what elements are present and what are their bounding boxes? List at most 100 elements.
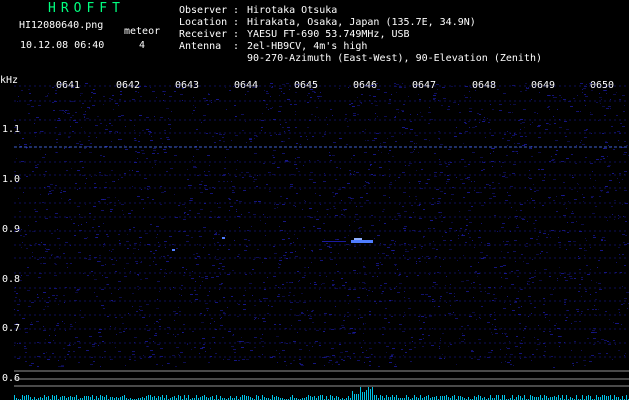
noise-speck	[290, 186, 293, 187]
noise-speck	[361, 233, 362, 234]
noise-speck	[358, 309, 360, 310]
noise-speck	[438, 306, 440, 307]
noise-speck	[21, 229, 22, 230]
noise-speck	[462, 234, 463, 235]
noise-speck	[57, 323, 59, 324]
noise-speck	[115, 317, 117, 318]
noise-speck	[469, 316, 472, 317]
noise-speck	[164, 241, 167, 242]
antenna-row-continued: 90-270-Azimuth (East-West), 90-Elevation…	[179, 53, 542, 65]
noise-speck	[241, 114, 244, 115]
noise-speck	[345, 282, 347, 283]
noise-speck	[115, 131, 118, 132]
noise-speck	[123, 214, 124, 215]
noise-speck	[201, 322, 204, 323]
noise-speck	[345, 209, 347, 210]
noise-speck	[205, 276, 208, 277]
noise-speck	[520, 91, 522, 92]
noise-speck	[93, 275, 94, 276]
histogram-bar	[336, 396, 337, 400]
noise-speck	[402, 134, 403, 135]
noise-speck	[241, 337, 242, 338]
noise-speck	[273, 157, 275, 158]
noise-speck	[282, 288, 283, 289]
noise-speck	[301, 293, 303, 294]
noise-speck	[189, 275, 191, 276]
noise-speck	[26, 275, 29, 276]
noise-speck	[121, 317, 123, 318]
noise-speck	[537, 126, 540, 127]
noise-speck	[500, 266, 503, 267]
noise-speck	[566, 249, 567, 250]
noise-speck	[179, 311, 181, 312]
histogram-bar	[446, 395, 447, 400]
noise-speck	[303, 227, 305, 228]
noise-speck	[378, 268, 379, 269]
noise-speck	[443, 98, 446, 99]
noise-speck	[594, 305, 595, 306]
noise-speck	[237, 160, 238, 161]
noise-speck	[362, 288, 364, 289]
noise-speck	[338, 253, 339, 254]
noise-speck	[64, 323, 65, 324]
noise-speck	[549, 198, 550, 199]
noise-speck	[465, 178, 468, 179]
noise-speck	[529, 170, 530, 171]
noise-speck	[342, 327, 345, 328]
noise-speck	[388, 103, 391, 104]
noise-speck	[205, 189, 208, 190]
noise-speck	[434, 172, 437, 173]
noise-speck	[68, 351, 70, 352]
noise-speck	[15, 297, 17, 298]
noise-speck	[453, 102, 456, 103]
noise-speck	[369, 365, 371, 366]
noise-speck	[319, 289, 320, 290]
noise-speck	[513, 104, 516, 105]
noise-speck	[327, 246, 330, 247]
noise-speck	[401, 349, 403, 350]
noise-speck	[25, 361, 27, 362]
noise-speck	[176, 313, 178, 314]
noise-speck	[541, 251, 543, 252]
noise-speck	[402, 172, 405, 173]
noise-speck	[272, 107, 273, 108]
noise-speck	[315, 116, 316, 117]
noise-speck	[110, 359, 111, 360]
noise-speck	[297, 157, 300, 158]
noise-speck	[522, 145, 525, 146]
noise-speck	[421, 116, 423, 117]
noise-speck	[81, 107, 82, 108]
noise-speck	[380, 262, 381, 263]
noise-speck	[577, 95, 578, 96]
noise-speck	[246, 246, 248, 247]
noise-speck	[52, 295, 55, 296]
noise-speck	[561, 161, 564, 162]
noise-speck	[44, 176, 45, 177]
noise-speck	[288, 161, 289, 162]
noise-speck	[593, 186, 594, 187]
noise-speck	[382, 291, 384, 292]
noise-speck	[220, 325, 223, 326]
noise-speck	[374, 238, 375, 239]
noise-speck	[623, 216, 624, 217]
noise-speck	[394, 117, 396, 118]
histogram-bar	[96, 396, 97, 400]
noise-speck	[137, 286, 139, 287]
noise-speck	[507, 296, 508, 297]
noise-speck	[342, 285, 345, 286]
noise-speck	[404, 291, 405, 292]
histogram-bar	[64, 396, 65, 400]
noise-speck	[384, 283, 387, 284]
noise-speck	[577, 311, 579, 312]
meteor-echo	[222, 237, 225, 239]
noise-speck	[524, 127, 525, 128]
noise-speck	[401, 244, 403, 245]
noise-speck	[451, 314, 453, 315]
noise-speck	[431, 345, 434, 346]
noise-speck	[378, 150, 379, 151]
noise-speck	[521, 218, 524, 219]
noise-speck	[132, 354, 135, 355]
noise-speck	[585, 157, 587, 158]
noise-speck	[257, 86, 258, 87]
noise-speck	[293, 205, 295, 206]
